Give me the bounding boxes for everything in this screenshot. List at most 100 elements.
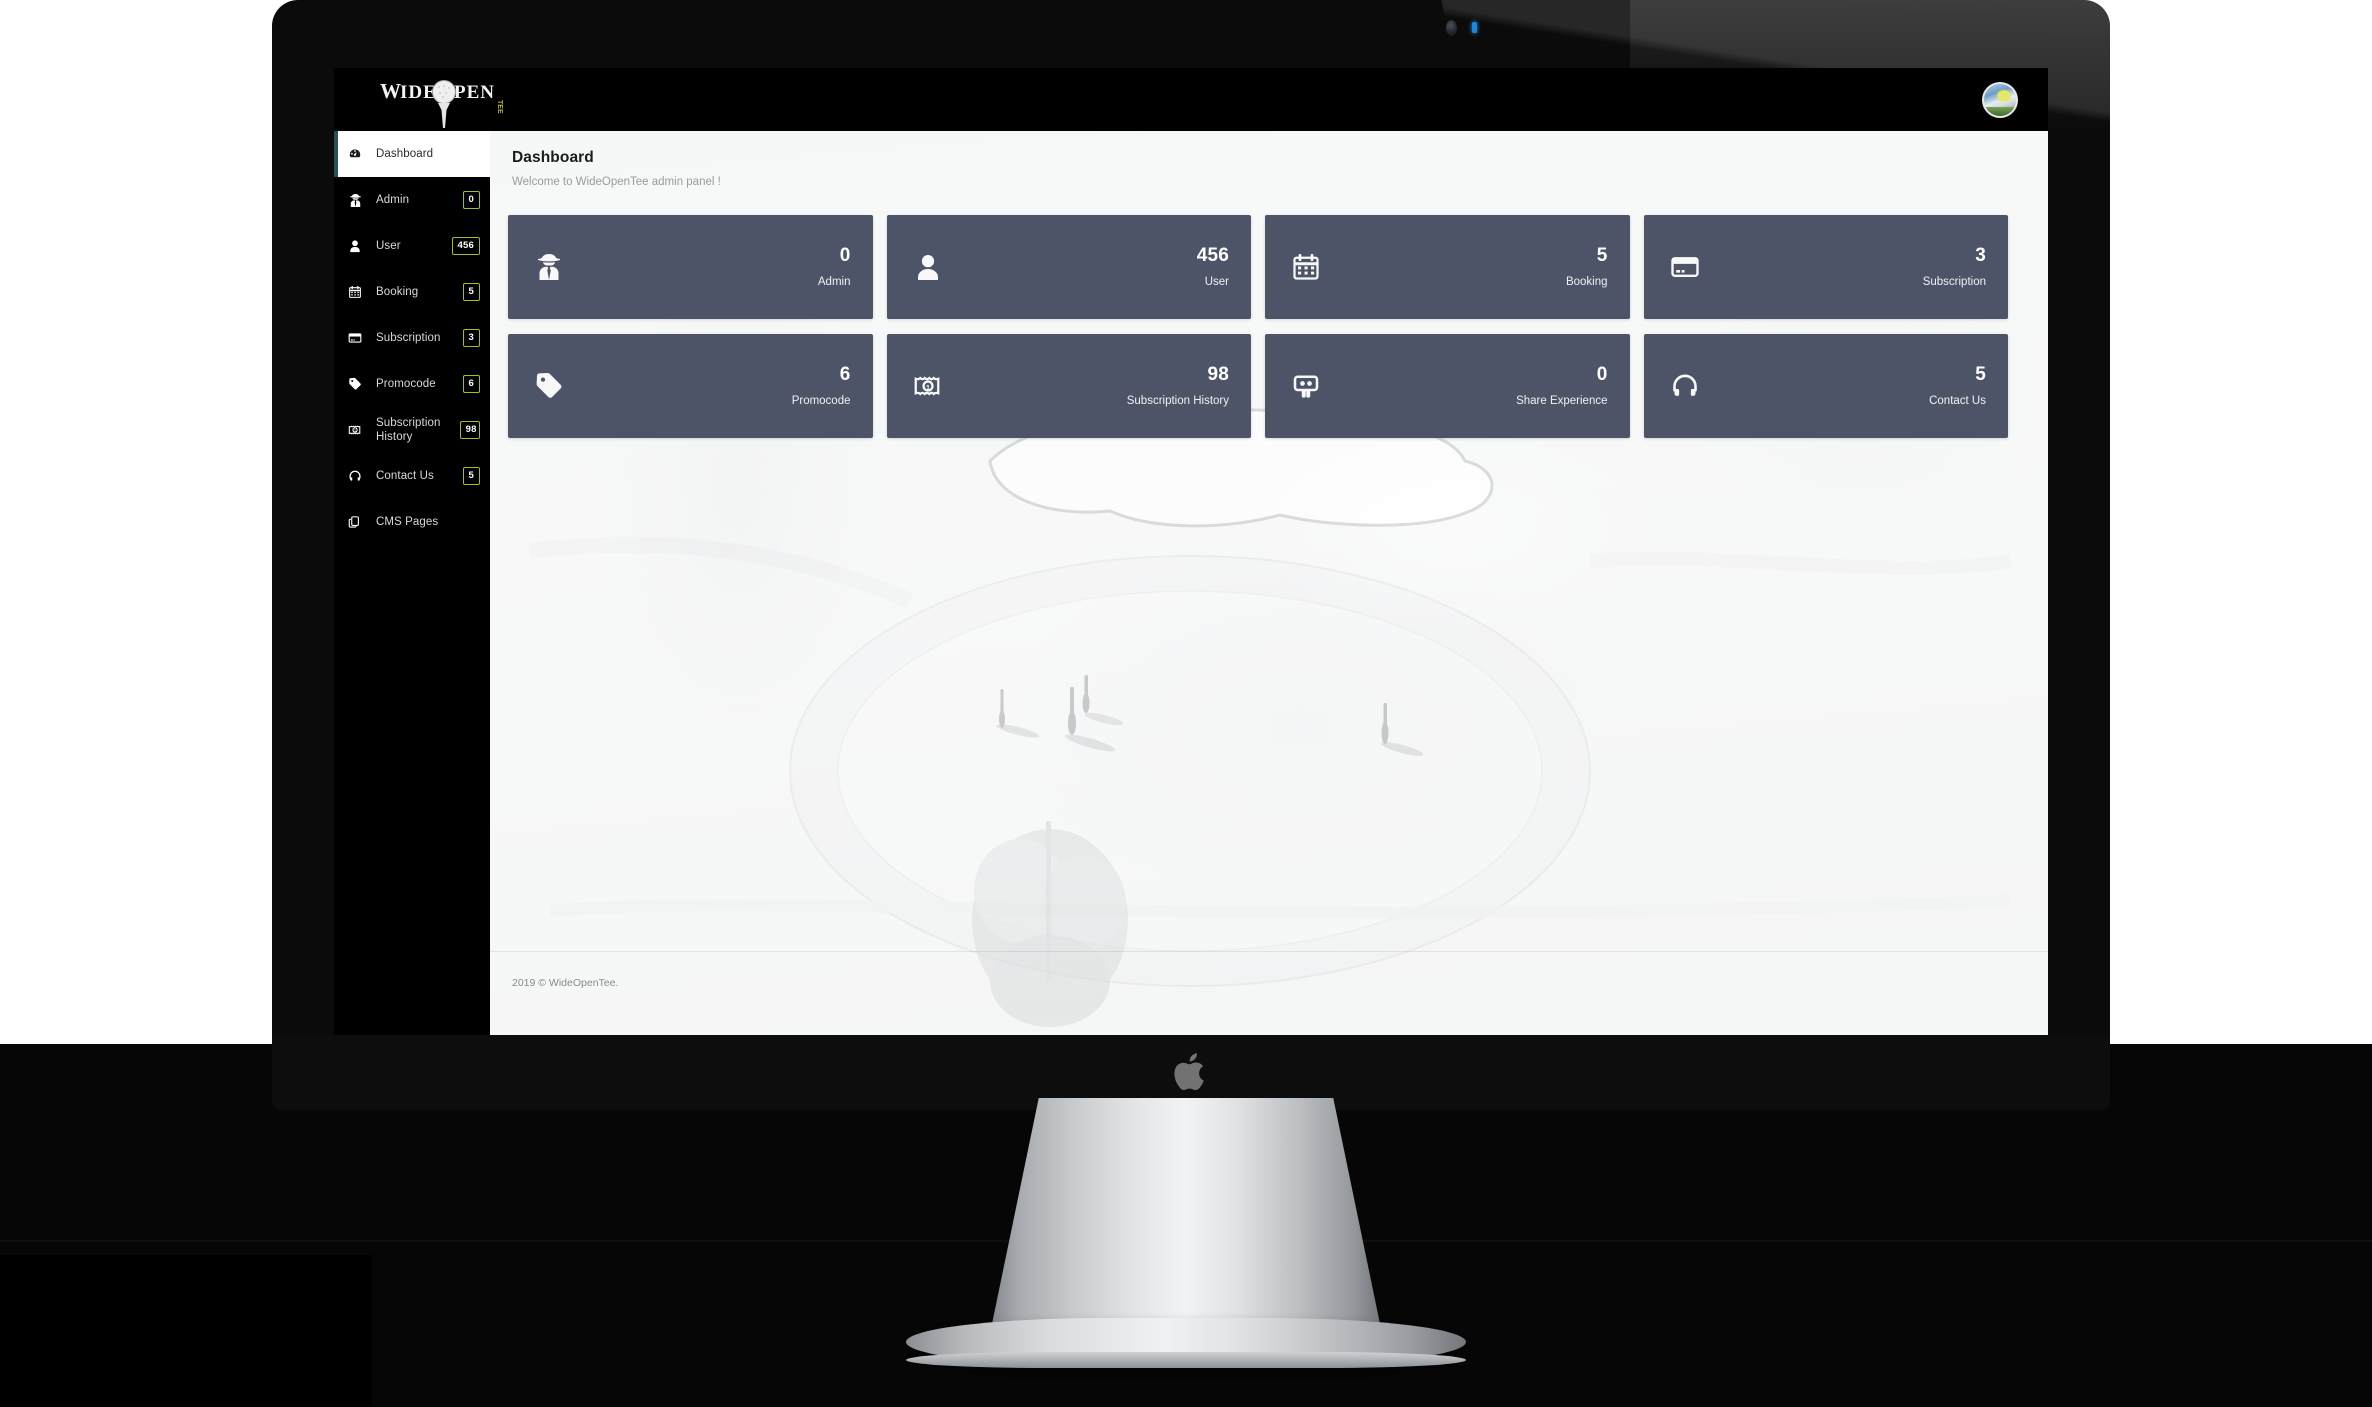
svg-text:1: 1 xyxy=(925,383,929,392)
credit-card-icon xyxy=(1670,252,1700,282)
sidebar-item-badge: 3 xyxy=(462,328,480,348)
footer-text: 2019 © WideOpenTee. xyxy=(512,977,619,989)
stat-card-contact-us[interactable]: 5 Contact Us xyxy=(1643,334,2008,438)
calendar-icon xyxy=(1291,252,1321,282)
stat-card-text: 3 Subscription xyxy=(1923,246,1986,288)
page-title: Dashboard xyxy=(512,149,594,166)
page-header: Dashboard Welcome to WideOpenTee admin p… xyxy=(512,149,721,188)
main-content: Dashboard Welcome to WideOpenTee admin p… xyxy=(490,131,2048,1035)
pages-icon xyxy=(348,515,368,529)
stat-card-booking[interactable]: 5 Booking xyxy=(1265,215,1630,319)
webcam-icon xyxy=(1446,20,1457,36)
sidebar-item-dashboard[interactable]: Dashboard xyxy=(334,131,490,177)
page-subtitle: Welcome to WideOpenTee admin panel ! xyxy=(512,176,721,188)
stat-card-label: Subscription History xyxy=(1126,394,1229,407)
sidebar-item-label: Subscription History xyxy=(376,416,441,443)
money-bill-icon: 1 xyxy=(913,371,943,401)
group-icon xyxy=(1291,371,1321,401)
stat-card-label: User xyxy=(1204,275,1229,288)
wideopentee-logo-icon: W IDE PEN TEE xyxy=(380,79,503,128)
stat-card-text: 98 Subscription History xyxy=(1127,365,1229,407)
avatar-grass xyxy=(1984,107,2016,116)
stat-card-share-experience[interactable]: 0 Share Experience xyxy=(1265,334,1630,438)
sidebar-item-cms-pages[interactable]: CMS Pages xyxy=(334,499,490,545)
imac-stand-neck xyxy=(987,1098,1385,1348)
stat-card-label: Contact Us xyxy=(1929,394,1986,407)
sidebar-item-label: Admin xyxy=(376,193,410,206)
stat-card-label: Admin xyxy=(817,275,851,288)
tag-icon xyxy=(348,377,368,391)
sidebar-item-badge: 98 xyxy=(459,420,480,440)
stat-card-text: 456 User xyxy=(1197,246,1229,288)
svg-text:TEE: TEE xyxy=(496,100,503,114)
screenshot-scene: W IDE PEN TEE Dashboard Admin 0 User 456… xyxy=(0,0,2372,1407)
screen: W IDE PEN TEE Dashboard Admin 0 User 456… xyxy=(334,68,2048,1035)
stat-card-user[interactable]: 456 User xyxy=(886,215,1251,319)
credit-card-icon xyxy=(348,331,368,345)
sidebar-item-subscription-history[interactable]: 1 Subscription History 98 xyxy=(334,407,490,453)
sidebar: Dashboard Admin 0 User 456 Booking 5 Subscripti… xyxy=(334,131,490,1035)
secret-agent-icon xyxy=(534,252,564,282)
stat-card-value: 456 xyxy=(1196,245,1229,267)
stat-card-text: 6 Promocode xyxy=(792,365,851,407)
sidebar-item-label: Subscription xyxy=(376,331,441,344)
secret-agent-icon xyxy=(348,193,368,208)
stat-card-value: 0 xyxy=(839,245,851,267)
stat-card-text: 0 Share Experience xyxy=(1516,365,1607,407)
user-icon xyxy=(348,239,368,253)
footer-divider xyxy=(490,951,2048,952)
sidebar-item-label: Booking xyxy=(376,285,419,298)
svg-text:W: W xyxy=(380,79,402,103)
sidebar-item-badge: 6 xyxy=(462,374,480,394)
stat-card-label: Subscription xyxy=(1922,275,1986,288)
sidebar-item-badge: 5 xyxy=(462,466,480,486)
room-shadow-block xyxy=(0,1255,372,1407)
svg-text:IDE: IDE xyxy=(400,82,437,103)
stat-card-value: 5 xyxy=(1975,364,1986,386)
stat-card-label: Promocode xyxy=(791,394,851,407)
sidebar-item-contact-us[interactable]: Contact Us 5 xyxy=(334,453,490,499)
sidebar-item-user[interactable]: User 456 xyxy=(334,223,490,269)
stat-card-value: 3 xyxy=(1975,245,1986,267)
headset-icon xyxy=(348,469,368,483)
topbar: W IDE PEN TEE xyxy=(334,68,2048,131)
avatar[interactable] xyxy=(1982,82,2018,118)
stat-card-value: 5 xyxy=(1596,245,1608,267)
dashboard-icon xyxy=(348,147,368,161)
webcam-led-icon xyxy=(1472,22,1477,33)
stat-card-text: 5 Contact Us xyxy=(1929,365,1986,407)
imac-stand-base-lip xyxy=(906,1352,1466,1368)
sidebar-item-promocode[interactable]: Promocode 6 xyxy=(334,361,490,407)
stat-card-label: Share Experience xyxy=(1516,394,1608,407)
stat-card-text: 5 Booking xyxy=(1566,246,1608,288)
sidebar-item-label: User xyxy=(376,239,401,252)
stat-card-admin[interactable]: 0 Admin xyxy=(508,215,873,319)
stat-card-text: 0 Admin xyxy=(818,246,851,288)
brand-logo[interactable]: W IDE PEN TEE xyxy=(376,72,536,136)
tag-icon xyxy=(534,371,564,401)
sidebar-item-badge: 0 xyxy=(462,190,480,210)
sidebar-item-badge: 456 xyxy=(451,236,480,256)
stat-card-subscription-history[interactable]: 1 98 Subscription History xyxy=(886,334,1251,438)
sidebar-item-admin[interactable]: Admin 0 xyxy=(334,177,490,223)
sidebar-item-badge: 5 xyxy=(462,282,480,302)
stat-card-value: 98 xyxy=(1207,364,1229,386)
money-bill-icon: 1 xyxy=(348,423,368,437)
sidebar-item-label: Promocode xyxy=(376,377,436,390)
stat-card-promocode[interactable]: 6 Promocode xyxy=(508,334,873,438)
stat-cards-grid: 0 Admin 456 User 5 Booking 3 Subscription 6 Promo… xyxy=(508,215,2008,438)
avatar-highlight xyxy=(1997,90,2011,102)
headset-icon xyxy=(1670,371,1700,401)
stat-card-value: 6 xyxy=(839,364,851,386)
sidebar-item-label: Dashboard xyxy=(376,147,434,160)
sidebar-item-label: CMS Pages xyxy=(376,515,439,528)
stat-card-value: 0 xyxy=(1596,364,1608,386)
calendar-icon xyxy=(348,285,368,299)
sidebar-item-label: Contact Us xyxy=(376,469,434,482)
apple-logo-icon xyxy=(1174,1052,1204,1090)
svg-text:PEN: PEN xyxy=(454,82,495,103)
svg-text:1: 1 xyxy=(354,429,356,433)
sidebar-item-booking[interactable]: Booking 5 xyxy=(334,269,490,315)
sidebar-item-subscription[interactable]: Subscription 3 xyxy=(334,315,490,361)
stat-card-subscription[interactable]: 3 Subscription xyxy=(1643,215,2008,319)
